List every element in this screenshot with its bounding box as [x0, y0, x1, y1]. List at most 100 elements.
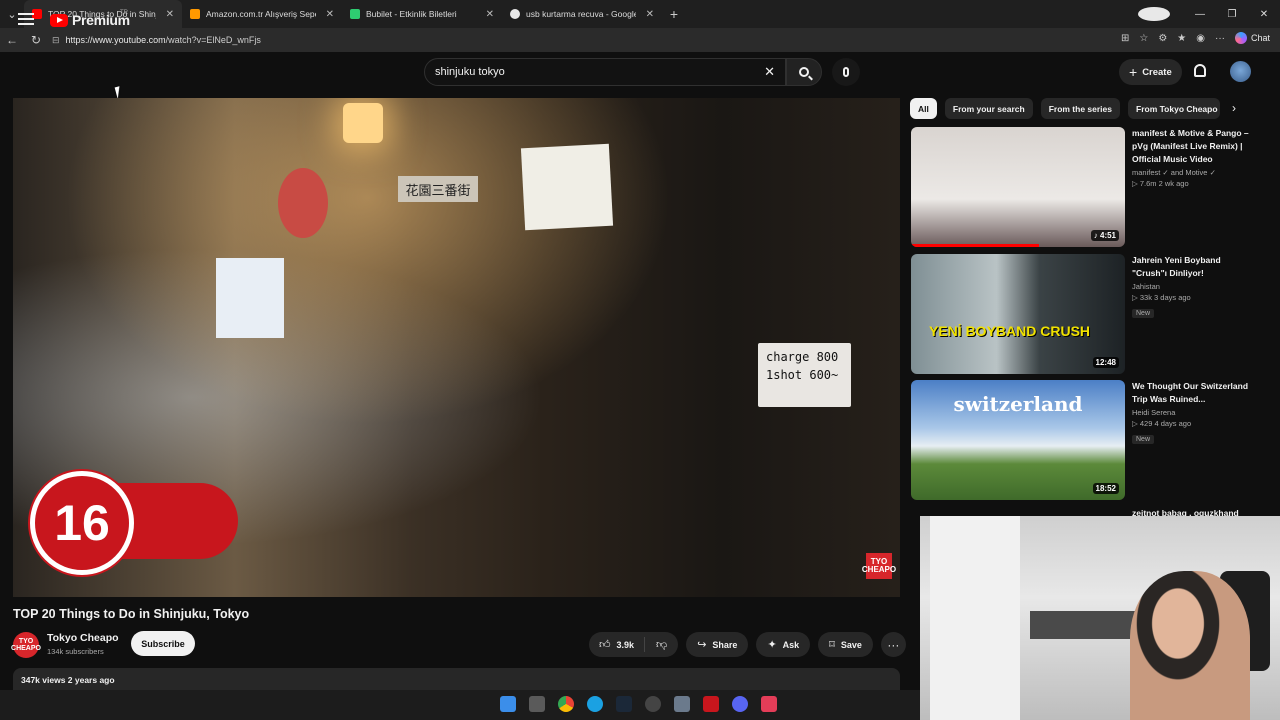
- amazon-favicon-icon: [190, 9, 200, 19]
- edge-icon[interactable]: [587, 696, 603, 712]
- app-icon[interactable]: [645, 696, 661, 712]
- notifications-icon[interactable]: [1194, 64, 1206, 77]
- bookmark-icon: ⌑: [829, 639, 835, 651]
- clear-search-icon[interactable]: ✕: [764, 64, 775, 80]
- search-button[interactable]: [786, 58, 822, 86]
- thumbnail-text: switzerland: [953, 392, 1083, 416]
- views-and-date: 347k views 2 years ago: [21, 675, 115, 685]
- duration-badge: 12:48: [1092, 357, 1119, 368]
- filter-chips: All From your search From the series Fro…: [910, 98, 1220, 119]
- recommendation-item[interactable]: ♪ 4:51 manifest & Motive & Pango – pVg (…: [911, 127, 1256, 247]
- start-icon[interactable]: [500, 696, 516, 712]
- minimize-icon[interactable]: —: [1184, 9, 1216, 20]
- share-icon: ↪: [697, 639, 707, 651]
- steam-icon[interactable]: [616, 696, 632, 712]
- recorder-icon[interactable]: [703, 696, 719, 712]
- tab-google[interactable]: usb kurtarma recuva - Google'da Ara ✕: [502, 0, 662, 28]
- channel-watermark[interactable]: TYO CHEAPO: [862, 553, 896, 579]
- close-tab-icon[interactable]: ✕: [166, 9, 174, 20]
- restore-icon[interactable]: ❐: [1216, 9, 1248, 20]
- tab-bubilet[interactable]: Bubilet - Etkinlik Biletleri ✕: [342, 0, 502, 28]
- chip-from-your-search[interactable]: From your search: [944, 98, 1033, 119]
- favorite-icon[interactable]: ☆: [1139, 33, 1148, 44]
- rec-channel[interactable]: Heidi Serena: [1132, 408, 1256, 417]
- close-window-icon[interactable]: ✕: [1248, 9, 1280, 20]
- thumbs-up-icon: 👍︎: [599, 639, 611, 651]
- rec-channel[interactable]: Jahistan: [1132, 282, 1256, 291]
- recommendation-item[interactable]: switzerland 18:52 We Thought Our Switzer…: [911, 380, 1256, 500]
- bubilet-favicon-icon: [350, 9, 360, 19]
- profile-icon[interactable]: [1138, 7, 1170, 21]
- channel-avatar[interactable]: TYO CHEAPO: [11, 632, 41, 658]
- chrome-icon[interactable]: [558, 696, 574, 712]
- tab-title: usb kurtarma recuva - Google'da Ara: [526, 9, 636, 19]
- ask-button[interactable]: ✦ Ask: [756, 632, 811, 657]
- voice-search-button[interactable]: [832, 58, 860, 86]
- mouse-cursor-icon: [114, 84, 128, 100]
- os-taskbar: [0, 690, 920, 720]
- video-thumbnail[interactable]: YENİ BOYBAND CRUSH 12:48: [911, 254, 1125, 374]
- copilot-icon: [1234, 32, 1247, 44]
- app-icon[interactable]: ⊞: [1121, 33, 1129, 44]
- create-button[interactable]: + Create: [1119, 59, 1182, 85]
- extensions-icon[interactable]: ⚙: [1158, 33, 1167, 44]
- youtube-logo[interactable]: Premium: [50, 12, 130, 28]
- close-tab-icon[interactable]: ✕: [486, 9, 494, 20]
- rec-channel[interactable]: manifest ✓ and Motive ✓: [1132, 168, 1256, 177]
- rec-meta: ▷ 33k 3 days ago: [1132, 293, 1191, 302]
- new-tab-icon[interactable]: +: [662, 6, 686, 22]
- video-player[interactable]: 花園三番街 charge 800 1shot 600~ 16 TYO CHEAP…: [13, 98, 900, 597]
- chip-from-channel[interactable]: From Tokyo Cheapo: [1128, 98, 1220, 119]
- video-actions: 👍︎ 3.9k 👎︎ ↪ Share ✦ Ask ⌑ Save ···: [589, 632, 906, 657]
- new-badge: New: [1132, 309, 1155, 318]
- sparkle-icon: ✦: [767, 639, 777, 651]
- like-dislike-group: 👍︎ 3.9k 👎︎: [589, 632, 679, 657]
- discord-icon[interactable]: [732, 696, 748, 712]
- chevron-right-icon[interactable]: ›: [1232, 101, 1236, 115]
- site-info-icon[interactable]: ⊟: [52, 35, 60, 46]
- share-button[interactable]: ↪ Share: [686, 632, 749, 657]
- copilot-chat-button[interactable]: Chat: [1234, 32, 1270, 44]
- close-tab-icon[interactable]: ✕: [646, 9, 654, 20]
- tab-amazon[interactable]: Amazon.com.tr Alışveriş Sepeti ✕: [182, 0, 342, 28]
- save-label: Save: [840, 639, 862, 650]
- new-badge: New: [1132, 435, 1155, 444]
- share-label: Share: [712, 639, 738, 650]
- account-icon[interactable]: ◉: [1196, 33, 1205, 44]
- chip-all[interactable]: All: [910, 98, 937, 119]
- more-menu-icon[interactable]: ···: [1215, 33, 1225, 44]
- pocket-icon[interactable]: [761, 696, 777, 712]
- rank-badge: 16: [30, 471, 240, 575]
- subscribe-button[interactable]: Subscribe: [131, 631, 195, 656]
- window-controls: — ❐ ✕: [1138, 0, 1280, 28]
- browser-toolbar: ⊞ ☆ ⚙ ★ ◉ ··· Chat: [1121, 32, 1270, 44]
- channel-name[interactable]: Tokyo Cheapo: [47, 632, 119, 644]
- avatar[interactable]: [1230, 61, 1251, 82]
- rec-title[interactable]: We Thought Our Switzerland Trip Was Ruin…: [1132, 380, 1256, 406]
- chip-from-the-series[interactable]: From the series: [1040, 98, 1120, 119]
- collections-icon[interactable]: ★: [1177, 33, 1186, 44]
- back-icon[interactable]: ←: [0, 33, 24, 47]
- charge-line-2: 1shot 600~: [766, 368, 839, 382]
- more-actions-icon[interactable]: ···: [880, 632, 906, 657]
- search-input[interactable]: shinjuku tokyo ✕: [424, 58, 786, 86]
- like-button[interactable]: 👍︎ 3.9k: [589, 637, 646, 652]
- close-tab-icon[interactable]: ✕: [326, 9, 334, 20]
- video-thumbnail[interactable]: ♪ 4:51: [911, 127, 1125, 247]
- task-view-icon[interactable]: [529, 696, 545, 712]
- video-thumbnail[interactable]: switzerland 18:52: [911, 380, 1125, 500]
- url-field[interactable]: ⊟ https://www.youtube.com/watch?v=ElNeD_…: [52, 31, 1072, 49]
- subscriber-count: 134k subscribers: [47, 647, 104, 656]
- recommendation-item[interactable]: YENİ BOYBAND CRUSH 12:48 Jahrein Yeni Bo…: [911, 254, 1256, 374]
- dislike-button[interactable]: 👎︎: [645, 638, 678, 651]
- browser-tabstrip: ⌄ TOP 20 Things to Do in Shinjuku, Tokyo…: [0, 0, 1280, 28]
- reload-icon[interactable]: ↻: [24, 33, 48, 47]
- charge-line-1: charge 800: [766, 350, 839, 364]
- white-sign: [216, 258, 284, 338]
- search-value: shinjuku tokyo: [435, 66, 505, 78]
- save-button[interactable]: ⌑ Save: [818, 632, 873, 657]
- rec-title[interactable]: Jahrein Yeni Boyband "Crush"ı Dinliyor!: [1132, 254, 1256, 280]
- menu-icon[interactable]: [18, 13, 34, 25]
- settings-icon[interactable]: [674, 696, 690, 712]
- rec-title[interactable]: manifest & Motive & Pango – pVg (Manifes…: [1132, 127, 1256, 166]
